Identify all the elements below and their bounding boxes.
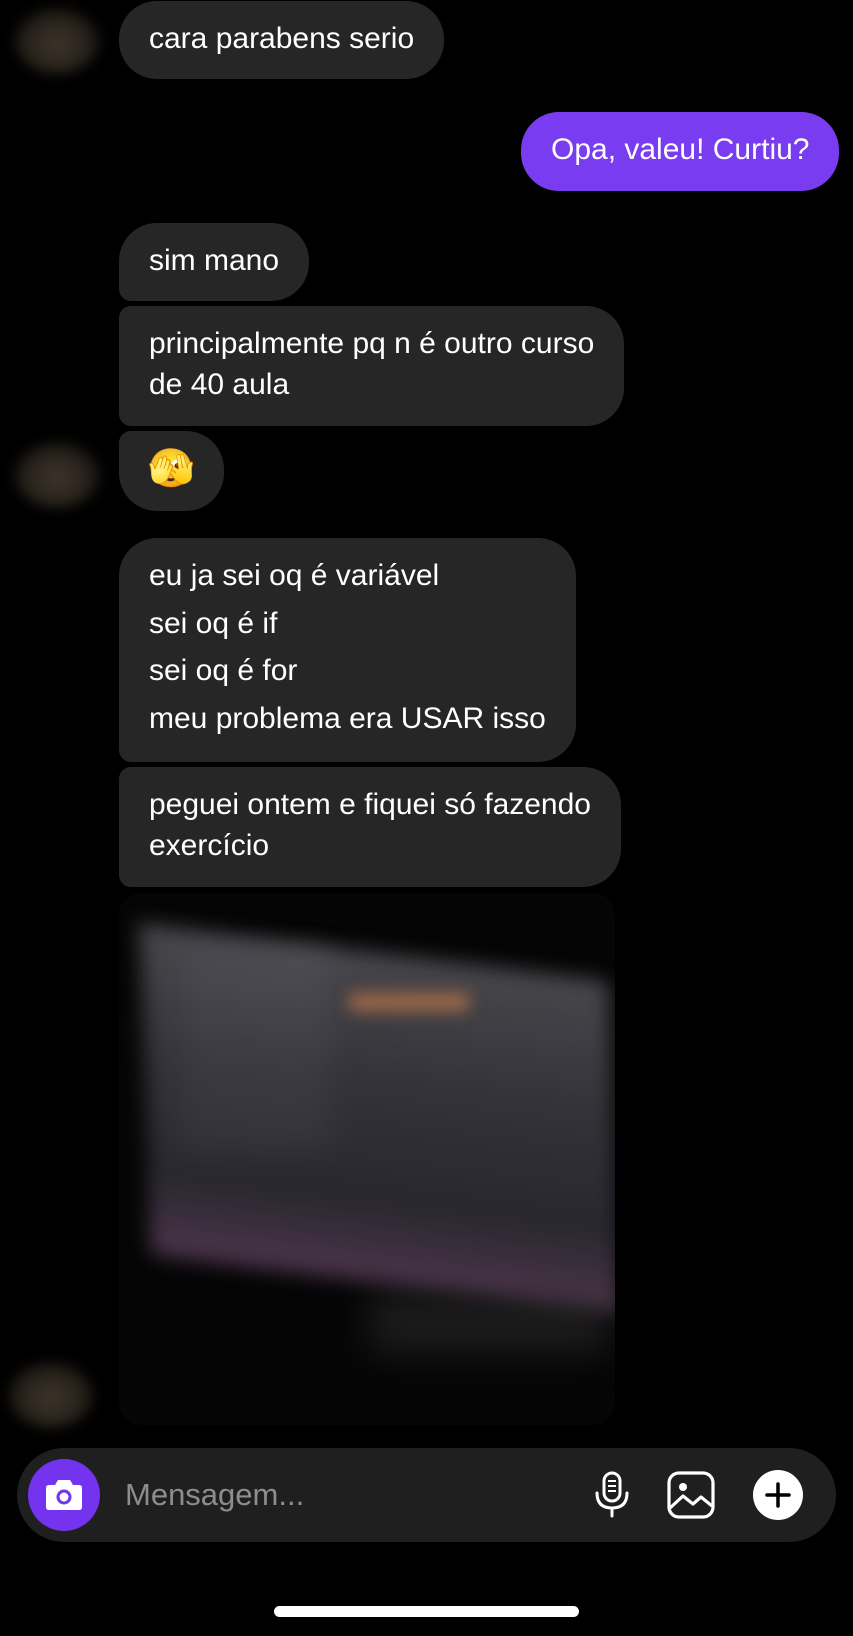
microphone-button[interactable] (585, 1468, 639, 1522)
message-line: peguei ontem e fiquei só fazendo (149, 788, 591, 821)
microphone-icon (595, 1471, 629, 1518)
message-line: meu problema era USAR isso (149, 701, 546, 735)
message-text: Opa, valeu! Curtiu? (551, 133, 810, 166)
photo-message[interactable] (119, 893, 615, 1425)
camera-button[interactable] (28, 1459, 100, 1531)
message-line: de 40 aula (149, 368, 290, 401)
sender-avatar[interactable] (8, 1362, 94, 1428)
camera-icon (46, 1480, 82, 1510)
received-message[interactable]: principalmente pq n é outro curso de 40 … (119, 306, 625, 426)
message-line: principalmente pq n é outro curso (149, 327, 595, 360)
message-input[interactable] (125, 1470, 555, 1520)
add-button[interactable] (753, 1470, 803, 1520)
received-emoji-message[interactable]: 🫣 (119, 431, 224, 511)
sender-avatar[interactable] (14, 442, 100, 508)
received-message[interactable]: peguei ontem e fiquei só fazendo exercíc… (119, 767, 621, 887)
message-composer (17, 1448, 836, 1542)
home-indicator[interactable] (274, 1606, 579, 1617)
message-line: exercício (149, 829, 270, 862)
message-line: eu ja sei oq é variável (149, 559, 440, 592)
message-line: sei oq é for (149, 654, 298, 687)
plus-icon (765, 1482, 791, 1508)
received-message[interactable]: eu ja sei oq é variável sei oq é if sei … (119, 538, 576, 762)
message-text: cara parabens serio (149, 22, 415, 55)
photo-content (139, 923, 615, 1313)
received-message[interactable]: sim mano (119, 223, 310, 301)
received-message[interactable]: cara parabens serio (119, 1, 445, 79)
sender-avatar[interactable] (14, 8, 100, 74)
message-text: sim mano (149, 244, 280, 277)
photo-content (369, 1293, 609, 1353)
message-line: sei oq é if (149, 606, 278, 640)
photo-content (349, 993, 469, 1011)
sent-message[interactable]: Opa, valeu! Curtiu? (521, 112, 840, 191)
emoji: 🫣 (147, 446, 196, 490)
image-icon (667, 1471, 715, 1519)
gallery-button[interactable] (664, 1468, 718, 1522)
